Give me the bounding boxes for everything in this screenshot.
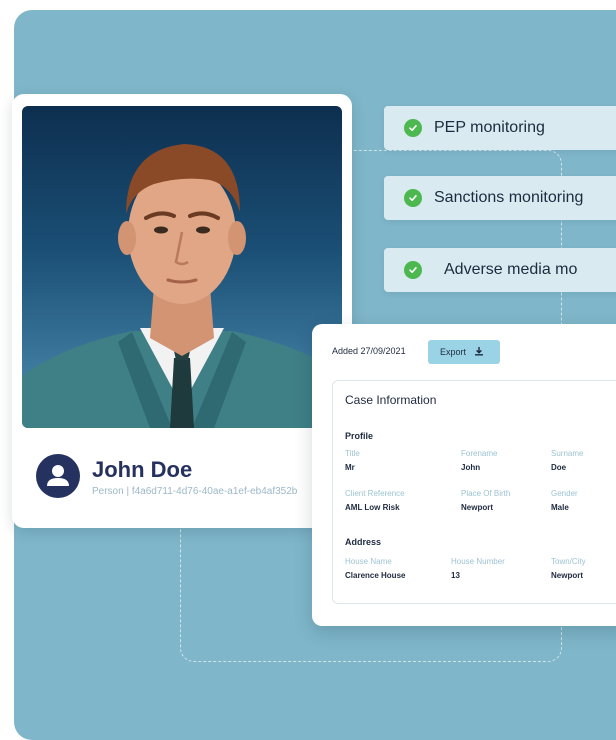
field-value-forename: John (461, 463, 481, 472)
pep-monitoring-pill: PEP monitoring (384, 106, 616, 150)
field-label-client-reference: Client Reference (345, 489, 405, 498)
person-id: Person | f4a6d711-4d76-40ae-a1ef-eb4af35… (92, 486, 298, 497)
field-label-house-name: House Name (345, 557, 392, 566)
pill-label: Sanctions monitoring (434, 189, 584, 206)
profile-card[interactable]: John Doe Person | f4a6d711-4d76-40ae-a1e… (12, 94, 352, 528)
field-value-client-reference: AML Low Risk (345, 503, 400, 512)
person-name: John Doe (92, 457, 193, 482)
field-value-title: Mr (345, 463, 355, 472)
pill-label: PEP monitoring (434, 119, 545, 136)
field-value-place-of-birth: Newport (461, 503, 493, 512)
field-value-house-number: 13 (451, 571, 460, 580)
person-icon (36, 454, 80, 498)
field-label-house-number: House Number (451, 557, 505, 566)
check-circle-icon (404, 189, 422, 207)
field-label-surname: Surname (551, 449, 584, 458)
case-information-title: Case Information (345, 393, 437, 407)
pill-label: Adverse media mo (444, 261, 578, 278)
field-label-forename: Forename (461, 449, 498, 458)
check-circle-icon (404, 119, 422, 137)
profile-heading: Profile (345, 431, 374, 441)
field-label-title: Title (345, 449, 360, 458)
field-value-surname: Doe (551, 463, 567, 472)
field-label-gender: Gender (551, 489, 578, 498)
field-label-place-of-birth: Place Of Birth (461, 489, 511, 498)
adverse-media-monitoring-pill: Adverse media mo (384, 248, 616, 292)
case-information-panel: Case Information Profile Title Mr Forena… (332, 380, 616, 604)
sanctions-monitoring-pill: Sanctions monitoring (384, 176, 616, 220)
check-circle-icon (404, 261, 422, 279)
export-label: Export (440, 347, 467, 357)
export-button[interactable]: Export (428, 340, 500, 364)
field-value-gender: Male (551, 503, 569, 512)
field-label-town-city: Town/City (551, 557, 586, 566)
added-date: Added 27/09/2021 (332, 346, 406, 356)
case-card: Added 27/09/2021 Export Case Information… (312, 324, 616, 626)
download-icon (474, 346, 484, 358)
address-heading: Address (345, 537, 382, 547)
field-value-town-city: Newport (551, 571, 583, 580)
field-value-house-name: Clarence House (345, 571, 406, 580)
profile-photo (22, 106, 342, 428)
